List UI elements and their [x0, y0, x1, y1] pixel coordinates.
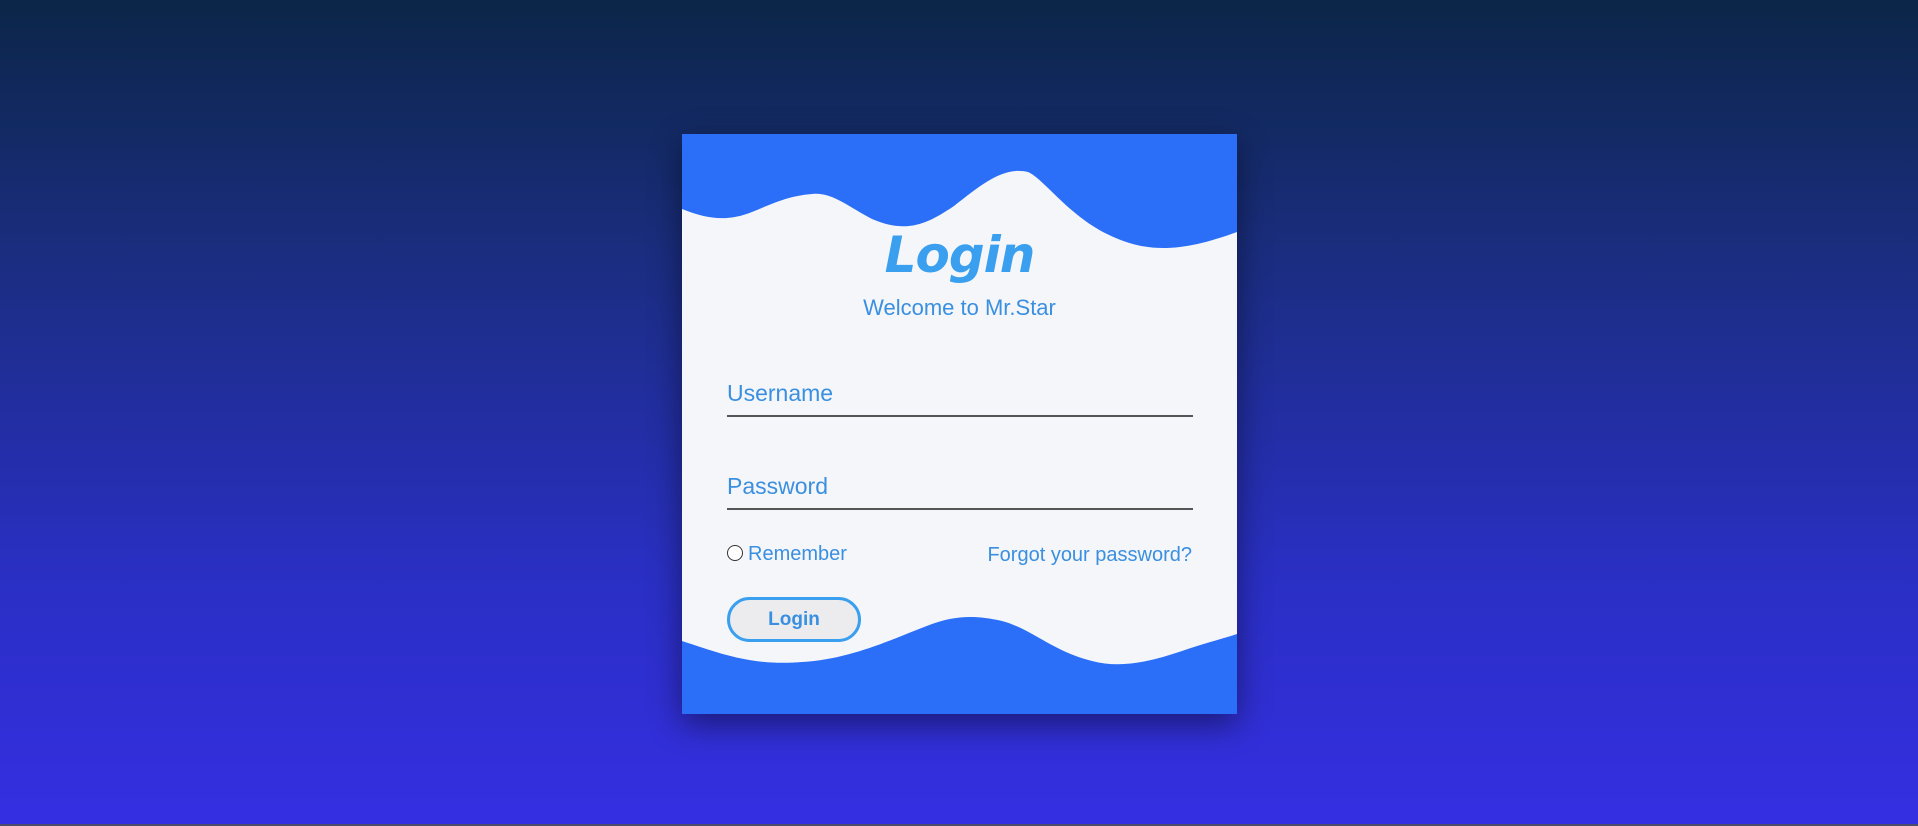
username-input[interactable] — [727, 371, 1193, 417]
password-input[interactable] — [727, 464, 1193, 510]
login-button[interactable]: Login — [727, 597, 861, 642]
welcome-subtitle: Welcome to Mr.Star — [863, 295, 1056, 320]
login-title: Login — [884, 226, 1036, 284]
remember-radio[interactable] — [727, 544, 743, 561]
remember-label: Remember — [748, 543, 847, 565]
login-card: Login Welcome to Mr.Star Remember Forgot… — [682, 134, 1237, 714]
remember-option[interactable]: Remember — [727, 543, 847, 566]
forgot-password-link[interactable]: Forgot your password? — [987, 544, 1192, 567]
